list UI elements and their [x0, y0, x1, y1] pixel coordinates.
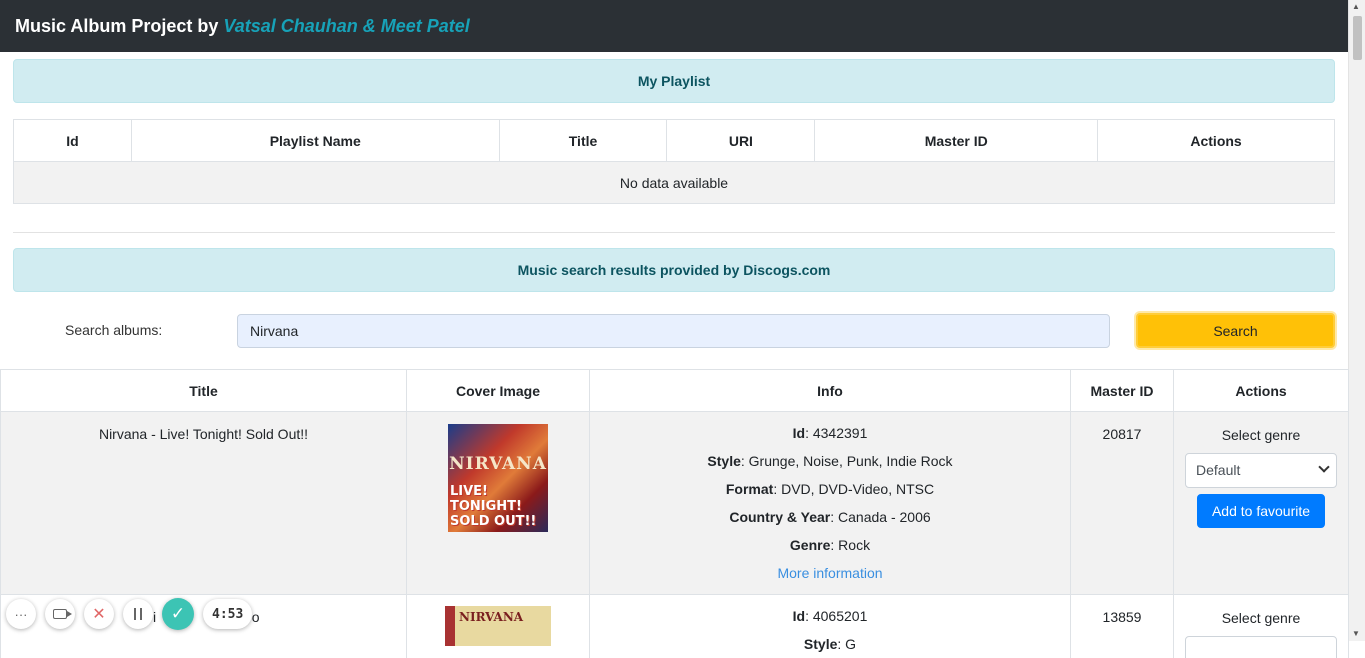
results-header-row: Title Cover Image Info Master ID Actions [0, 369, 1349, 412]
playlist-col-actions[interactable]: Actions [1097, 119, 1335, 162]
brand-title: Music Album Project by Vatsal Chauhan & … [15, 15, 470, 36]
results-col-info[interactable]: Info [589, 369, 1071, 412]
vertical-scrollbar[interactable]: ▲ ▼ [1348, 0, 1365, 641]
pause-icon[interactable] [123, 599, 153, 629]
info-cell: Id: 4342391 Style: Grunge, Noise, Punk, … [589, 411, 1071, 595]
scroll-down-arrow-icon[interactable]: ▼ [1352, 629, 1360, 639]
album-cover-image[interactable]: NIRVANA LIVE! TONIGHT! SOLD OUT!! [448, 424, 548, 532]
playlist-header-row: Id Playlist Name Title URI Master ID Act… [13, 119, 1335, 162]
album-title: Nirvana - Live! Tonight! Sold Out!! [0, 411, 407, 595]
info-style: Style: G [803, 636, 857, 652]
info-id: Id: 4342391 [792, 425, 868, 441]
info-genre: Genre: Rock [789, 537, 871, 553]
check-icon[interactable]: ✓ [162, 598, 194, 630]
recording-timer: 4:53 [203, 599, 253, 629]
results-col-cover[interactable]: Cover Image [406, 369, 590, 412]
cover-cell: NIRVANA [406, 594, 590, 658]
search-input[interactable] [237, 314, 1110, 348]
playlist-empty-row: No data available [13, 161, 1335, 204]
master-id: 20817 [1070, 411, 1174, 595]
table-row: Nirvana - Live! Tonight! Sold Out!! NIRV… [0, 411, 1349, 595]
playlist-col-master-id[interactable]: Master ID [814, 119, 1099, 162]
genre-select[interactable]: Default [1185, 453, 1337, 488]
vertical-scroll-thumb[interactable] [1353, 16, 1362, 60]
search-button[interactable]: Search [1136, 313, 1335, 348]
info-style: Style: Grunge, Noise, Punk, Indie Rock [707, 453, 953, 469]
select-genre-label: Select genre [1221, 427, 1301, 443]
playlist-col-uri[interactable]: URI [666, 119, 816, 162]
results-col-title[interactable]: Title [0, 369, 407, 412]
cover-cell: NIRVANA LIVE! TONIGHT! SOLD OUT!! [406, 411, 590, 595]
info-id: Id: 4065201 [792, 608, 868, 624]
genre-select[interactable] [1185, 636, 1337, 658]
actions-cell: Select genre Default Add to favourite [1173, 411, 1349, 595]
close-icon[interactable]: ✕ [84, 599, 114, 629]
playlist-empty-text: No data available [13, 161, 1335, 204]
playlist-col-name[interactable]: Playlist Name [130, 119, 500, 162]
screen-recorder-toolbar: ··· ✕ ✓ 4:53 [6, 596, 253, 632]
chevron-down-icon [1318, 461, 1330, 473]
info-country-year: Country & Year: Canada - 2006 [729, 509, 931, 525]
more-information-link[interactable]: More information [777, 559, 882, 587]
playlist-table: Id Playlist Name Title URI Master ID Act… [13, 119, 1335, 204]
navbar: Music Album Project by Vatsal Chauhan & … [0, 0, 1348, 52]
scroll-up-arrow-icon[interactable]: ▲ [1352, 2, 1360, 12]
playlist-col-id[interactable]: Id [13, 119, 132, 162]
info-cell: Id: 4065201 Style: G [589, 594, 1071, 658]
camera-toggle-icon[interactable] [45, 599, 75, 629]
search-label: Search albums: [65, 322, 163, 338]
playlist-heading: My Playlist [13, 59, 1335, 103]
playlist-col-title[interactable]: Title [498, 119, 668, 162]
brand-authors: Vatsal Chauhan & Meet Patel [223, 15, 470, 36]
results-col-master-id[interactable]: Master ID [1070, 369, 1174, 412]
master-id: 13859 [1070, 594, 1174, 658]
section-divider [13, 232, 1335, 233]
results-col-actions[interactable]: Actions [1173, 369, 1349, 412]
select-genre-label: Select genre [1221, 610, 1301, 626]
album-cover-image[interactable]: NIRVANA [445, 606, 551, 646]
add-to-favourite-button[interactable]: Add to favourite [1197, 494, 1325, 528]
search-results-heading: Music search results provided by Discogs… [13, 248, 1335, 292]
info-format: Format: DVD, DVD-Video, NTSC [725, 481, 935, 497]
actions-cell: Select genre [1173, 594, 1349, 658]
more-dots-icon[interactable]: ··· [6, 599, 36, 629]
